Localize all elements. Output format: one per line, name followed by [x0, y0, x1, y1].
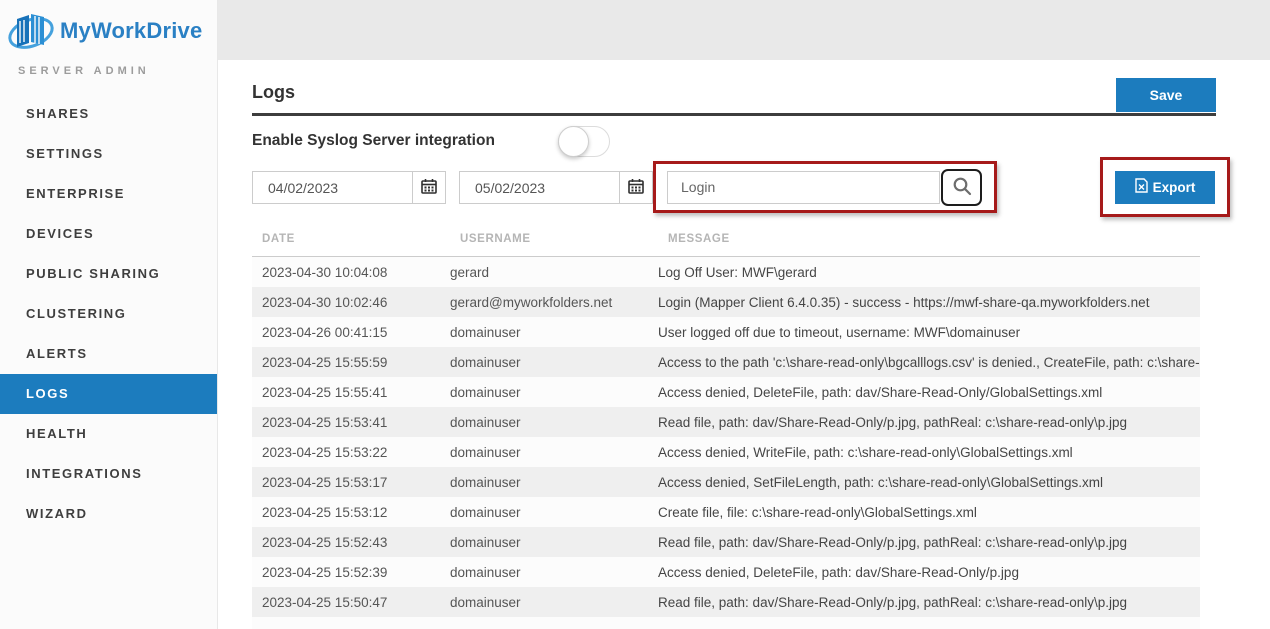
table-row-partial	[252, 617, 1200, 629]
sidebar: MyWorkDrive SERVER ADMIN SHARESSETTINGSE…	[0, 0, 218, 629]
sidebar-item-settings[interactable]: SETTINGS	[0, 134, 217, 174]
main-content: Logs Save Enable Syslog Server integrati…	[218, 60, 1270, 629]
cell-date: 2023-04-25 15:55:41	[252, 385, 450, 400]
brand-name: MyWorkDrive	[60, 18, 202, 44]
cell-message: Login (Mapper Client 6.4.0.35) - success…	[658, 295, 1200, 310]
syslog-toggle[interactable]	[558, 126, 610, 157]
search-button[interactable]	[941, 169, 982, 206]
myworkdrive-logo-icon	[6, 6, 56, 63]
sidebar-item-public-sharing[interactable]: PUBLIC SHARING	[0, 254, 217, 294]
cell-message: User logged off due to timeout, username…	[658, 325, 1200, 340]
excel-file-icon	[1135, 178, 1148, 196]
table-row: 2023-04-25 15:55:41domainuserAccess deni…	[252, 377, 1200, 407]
cell-message: Access denied, DeleteFile, path: dav/Sha…	[658, 385, 1200, 400]
sidebar-item-enterprise[interactable]: ENTERPRISE	[0, 174, 217, 214]
date-to-input[interactable]: 05/02/2023	[459, 171, 653, 204]
cell-message: Log Off User: MWF\gerard	[658, 265, 1200, 280]
cell-username: domainuser	[450, 535, 658, 550]
brand-subtitle: SERVER ADMIN	[18, 65, 217, 77]
table-row: 2023-04-25 15:55:59domainuserAccess to t…	[252, 347, 1200, 377]
cell-username: domainuser	[450, 355, 658, 370]
cell-message: Access denied, WriteFile, path: c:\share…	[658, 445, 1200, 460]
cell-date: 2023-04-30 10:04:08	[252, 265, 450, 280]
sidebar-item-logs[interactable]: LOGS	[0, 374, 217, 414]
export-label: Export	[1153, 180, 1196, 195]
table-row: 2023-04-26 00:41:15domainuserUser logged…	[252, 317, 1200, 347]
cell-username: domainuser	[450, 445, 658, 460]
table-row: 2023-04-25 15:52:39domainuserAccess deni…	[252, 557, 1200, 587]
cell-message: Access denied, SetFileLength, path: c:\s…	[658, 475, 1200, 490]
sidebar-item-integrations[interactable]: INTEGRATIONS	[0, 454, 217, 494]
log-table: 2023-04-30 10:04:08gerardLog Off User: M…	[252, 257, 1200, 629]
table-row: 2023-04-25 15:53:17domainuserAccess deni…	[252, 467, 1200, 497]
cell-message: Read file, path: dav/Share-Read-Only/p.j…	[658, 535, 1200, 550]
cell-date: 2023-04-25 15:50:47	[252, 595, 450, 610]
export-annotation-box: Export	[1100, 157, 1230, 217]
sidebar-item-wizard[interactable]: WIZARD	[0, 494, 217, 534]
sidebar-item-devices[interactable]: DEVICES	[0, 214, 217, 254]
cell-date: 2023-04-30 10:02:46	[252, 295, 450, 310]
topbar	[218, 0, 1270, 60]
table-row: 2023-04-25 15:52:43domainuserRead file, …	[252, 527, 1200, 557]
cell-date: 2023-04-25 15:53:41	[252, 415, 450, 430]
column-header-message: MESSAGE	[668, 233, 730, 245]
sidebar-item-shares[interactable]: SHARES	[0, 94, 217, 134]
cell-username: domainuser	[450, 325, 658, 340]
export-button[interactable]: Export	[1115, 171, 1215, 204]
page-title: Logs	[252, 82, 295, 103]
calendar-icon	[628, 178, 644, 197]
column-header-date: DATE	[262, 233, 295, 245]
table-row: 2023-04-25 15:53:12domainuserCreate file…	[252, 497, 1200, 527]
toggle-knob	[558, 126, 589, 157]
cell-date: 2023-04-26 00:41:15	[252, 325, 450, 340]
cell-date: 2023-04-25 15:53:12	[252, 505, 450, 520]
table-row: 2023-04-25 15:53:22domainuserAccess deni…	[252, 437, 1200, 467]
table-row: 2023-04-25 15:53:41domainuserRead file, …	[252, 407, 1200, 437]
cell-date: 2023-04-25 15:53:22	[252, 445, 450, 460]
sidebar-item-alerts[interactable]: ALERTS	[0, 334, 217, 374]
cell-username: domainuser	[450, 475, 658, 490]
table-row: 2023-04-25 15:50:47domainuserRead file, …	[252, 587, 1200, 617]
cell-message: Access denied, DeleteFile, path: dav/Sha…	[658, 565, 1200, 580]
search-annotation-box	[653, 161, 997, 213]
cell-date: 2023-04-25 15:52:39	[252, 565, 450, 580]
cell-date: 2023-04-25 15:55:59	[252, 355, 450, 370]
cell-username: domainuser	[450, 505, 658, 520]
cell-message: Read file, path: dav/Share-Read-Only/p.j…	[658, 595, 1200, 610]
cell-username: domainuser	[450, 595, 658, 610]
cell-username: domainuser	[450, 565, 658, 580]
date-from-value: 04/02/2023	[253, 172, 412, 203]
date-to-value: 05/02/2023	[460, 172, 619, 203]
calendar-icon	[421, 178, 437, 197]
date-to-calendar-button[interactable]	[619, 172, 652, 203]
table-row: 2023-04-30 10:02:46gerard@myworkfolders.…	[252, 287, 1200, 317]
date-from-input[interactable]: 04/02/2023	[252, 171, 446, 204]
cell-username: gerard	[450, 265, 658, 280]
logo: MyWorkDrive	[0, 0, 217, 63]
cell-username: domainuser	[450, 385, 658, 400]
search-input[interactable]	[667, 171, 940, 204]
sidebar-item-clustering[interactable]: CLUSTERING	[0, 294, 217, 334]
sidebar-item-health[interactable]: HEALTH	[0, 414, 217, 454]
cell-message: Access to the path 'c:\share-read-only\b…	[658, 355, 1200, 370]
cell-username: gerard@myworkfolders.net	[450, 295, 658, 310]
cell-username: domainuser	[450, 415, 658, 430]
header-divider	[252, 113, 1216, 116]
syslog-integration-label: Enable Syslog Server integration	[252, 132, 495, 150]
search-icon	[952, 176, 972, 199]
cell-date: 2023-04-25 15:53:17	[252, 475, 450, 490]
sidebar-nav: SHARESSETTINGSENTERPRISEDEVICESPUBLIC SH…	[0, 94, 217, 534]
table-row: 2023-04-30 10:04:08gerardLog Off User: M…	[252, 257, 1200, 287]
cell-message: Create file, file: c:\share-read-only\Gl…	[658, 505, 1200, 520]
cell-date: 2023-04-25 15:52:43	[252, 535, 450, 550]
cell-message: Read file, path: dav/Share-Read-Only/p.j…	[658, 415, 1200, 430]
save-button[interactable]: Save	[1116, 78, 1216, 112]
column-header-username: USERNAME	[460, 233, 531, 245]
date-from-calendar-button[interactable]	[412, 172, 445, 203]
